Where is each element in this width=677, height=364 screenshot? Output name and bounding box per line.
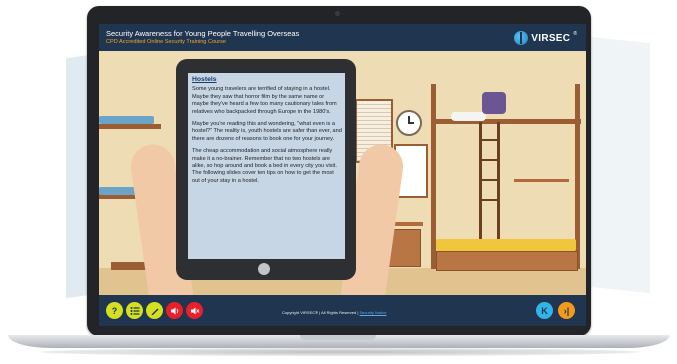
backpack	[482, 92, 506, 114]
lower-mattress	[436, 239, 576, 251]
slide-heading: Hostels	[192, 76, 217, 83]
question-icon: ?	[111, 305, 118, 316]
audio-button[interactable]	[166, 302, 183, 319]
slide-paragraph: Some young travelers are terrified of st…	[192, 86, 337, 115]
help-button[interactable]: ?	[106, 302, 123, 319]
logo-registered: ®	[573, 31, 577, 37]
next-icon: ›|	[563, 305, 570, 316]
bed-drawers	[436, 251, 578, 271]
ladder-rung	[479, 199, 500, 201]
tablet-screen: Hostels Some young travelers are terrifi…	[188, 73, 345, 259]
background-shape	[590, 36, 650, 294]
menu-button[interactable]	[126, 302, 143, 319]
ladder-rung	[479, 179, 500, 181]
copyright-text: Copyright VIRSEC® | All Rights Reserved …	[282, 310, 386, 315]
laptop-notch	[300, 335, 376, 340]
speaker-mute-icon	[190, 307, 199, 314]
webcam	[335, 11, 340, 16]
pencil-icon	[151, 308, 158, 315]
slide-paragraph: Maybe you're reading this and wondering,…	[192, 121, 342, 142]
course-screen: Hostels Some young travelers are terrifi…	[99, 24, 586, 326]
wall-shelf	[514, 179, 569, 182]
course-subtitle: CPD Accredited Online Security Training …	[106, 39, 227, 45]
speaker-icon	[170, 307, 178, 314]
notes-button[interactable]	[146, 302, 163, 319]
left-bunk-frame	[99, 124, 161, 129]
slide-paragraph: The cheap accommodation and social atmos…	[192, 148, 337, 184]
course-footer: ? Copyright VIRSEC® | All Rights Reserve…	[99, 295, 586, 326]
ladder-rung	[479, 159, 500, 161]
copyright-label: Copyright VIRSEC® | All Rights Reserved …	[282, 310, 359, 315]
laptop-shadow	[40, 348, 640, 356]
virsec-logo: VIRSEC ®	[514, 31, 577, 45]
previous-button[interactable]: K	[536, 302, 553, 319]
security-notice-link[interactable]: Security Notice	[360, 310, 387, 315]
ladder-rung	[479, 139, 500, 141]
tablet-home-button	[258, 263, 270, 275]
course-title: Security Awareness for Young People Trav…	[106, 29, 300, 38]
list-icon	[130, 306, 139, 315]
next-button[interactable]: ›|	[558, 302, 575, 319]
logo-text: VIRSEC	[531, 32, 571, 44]
pillow	[451, 112, 486, 121]
left-top-mattress	[99, 116, 154, 124]
logo-icon	[514, 31, 529, 45]
wall-clock	[396, 110, 422, 136]
mute-button[interactable]	[186, 302, 203, 319]
course-header: Security Awareness for Young People Trav…	[99, 24, 586, 51]
slide-content: Hostels Some young travelers are terrifi…	[192, 76, 342, 190]
previous-icon: K	[541, 305, 548, 316]
